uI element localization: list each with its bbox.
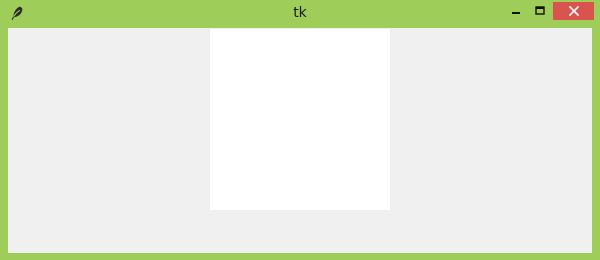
app-window: tk (0, 0, 600, 260)
close-button[interactable] (553, 2, 594, 20)
maximize-icon (534, 2, 546, 21)
client-area (8, 28, 592, 253)
canvas-area[interactable] (210, 29, 390, 210)
maximize-button[interactable] (529, 2, 551, 20)
close-icon (568, 2, 580, 21)
minimize-button[interactable] (505, 2, 527, 20)
title-bar[interactable]: tk (0, 0, 600, 27)
minimize-icon (510, 2, 522, 21)
